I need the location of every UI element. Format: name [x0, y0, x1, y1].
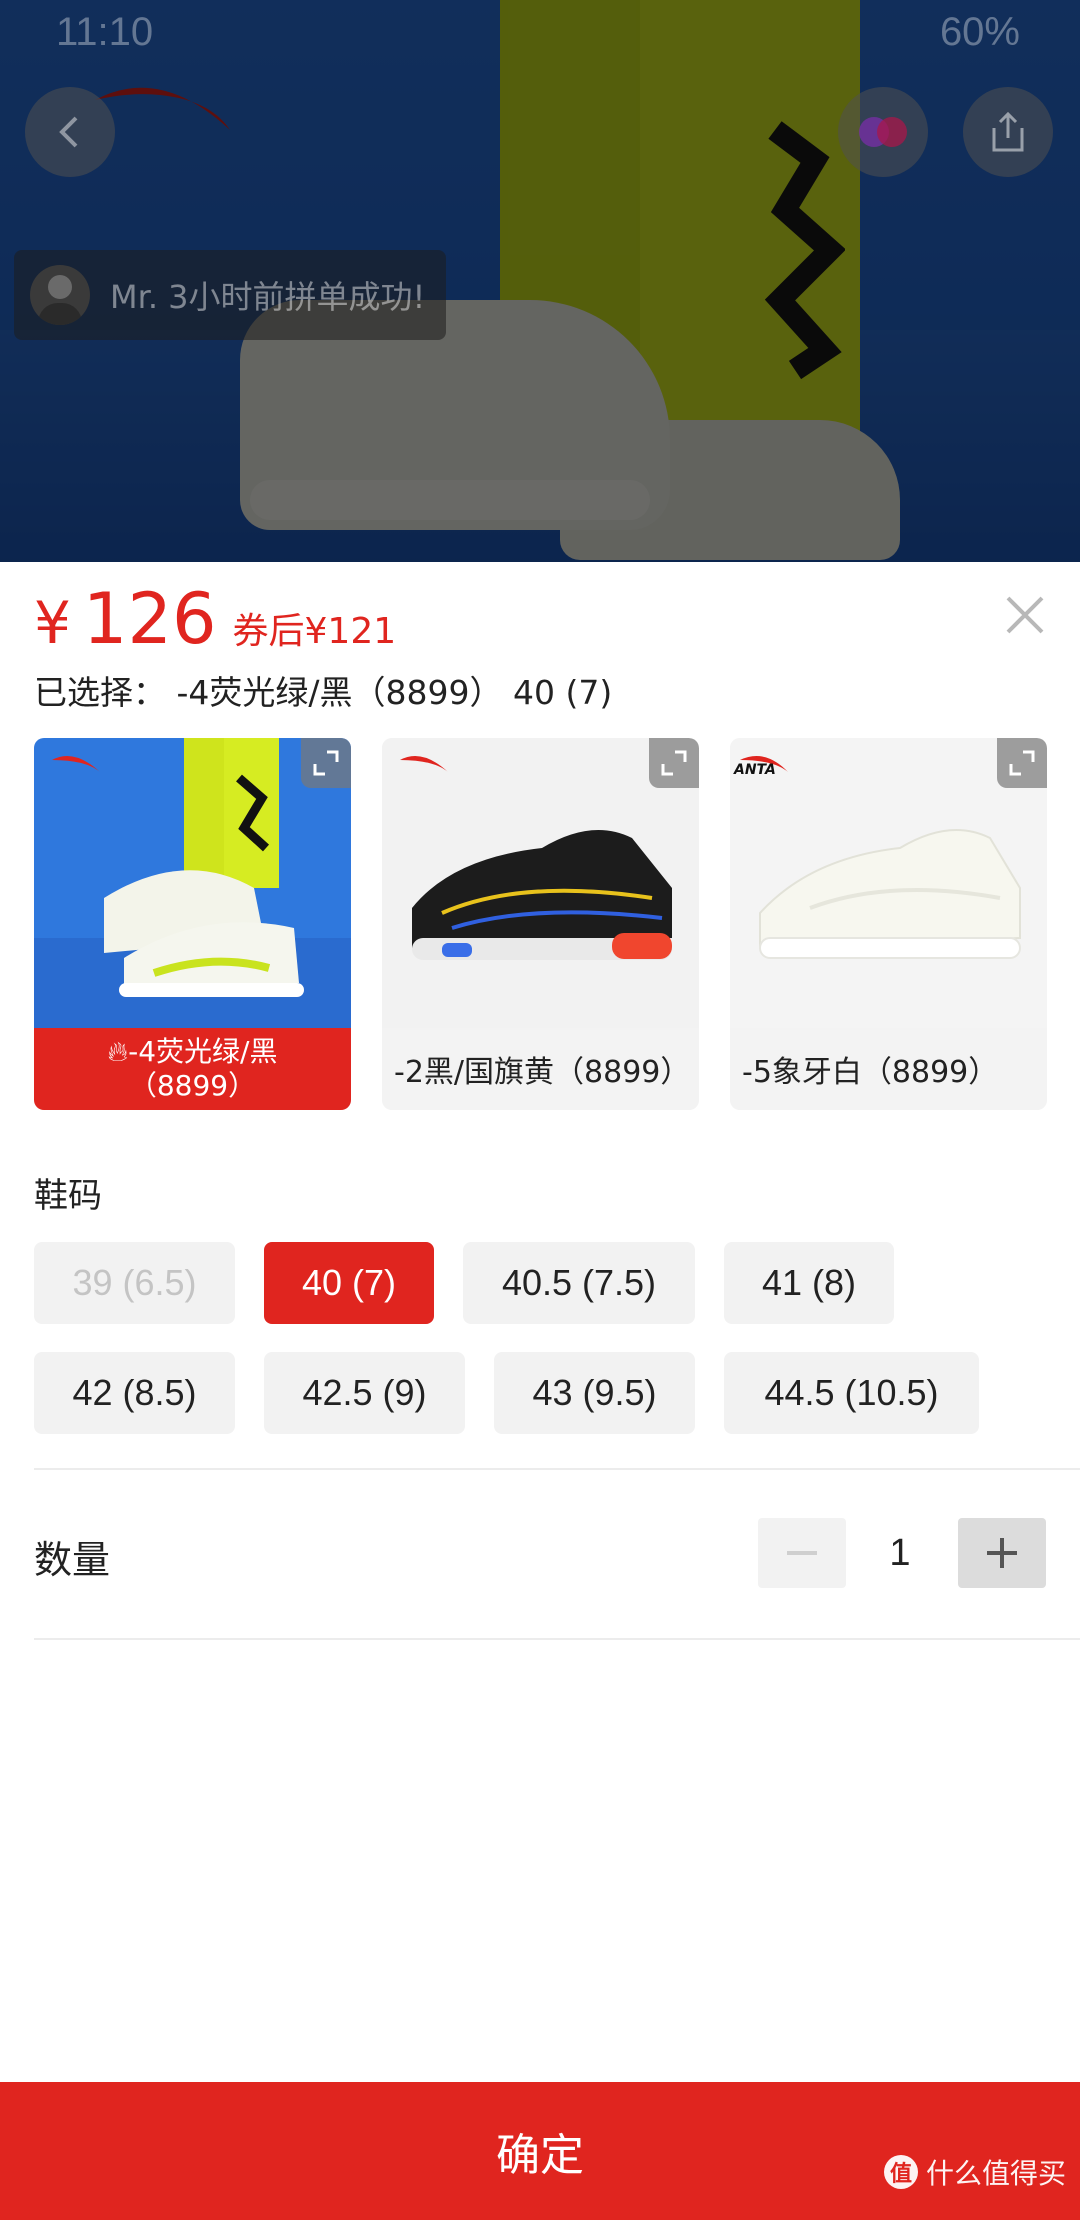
group-buy-toast: Mr. 3小时前拼单成功!	[14, 250, 446, 340]
status-battery: 60%	[939, 10, 1020, 54]
plus-icon	[987, 1538, 1017, 1568]
anta-logo-text: ANTA	[733, 762, 776, 778]
size-option[interactable]: 42 (8.5)	[34, 1352, 235, 1434]
size-option[interactable]: 40 (7)	[264, 1242, 434, 1324]
watermark-badge-icon: 值	[883, 2155, 918, 2189]
divider	[34, 1638, 1080, 1640]
variant-label: 🔥︎-4荧光绿/黑 （8899）	[34, 1028, 351, 1110]
coupon-price: 券后¥121	[232, 611, 397, 652]
confirm-button[interactable]: 确定	[0, 2082, 1080, 2220]
variant-card[interactable]: ANTA -5象牙白（8899）	[730, 738, 1047, 1110]
expand-icon	[313, 750, 339, 776]
expand-image-button[interactable]	[997, 738, 1047, 788]
size-option[interactable]: 43 (9.5)	[494, 1352, 695, 1434]
favorite-button[interactable]	[838, 87, 928, 177]
size-option[interactable]: 41 (8)	[724, 1242, 894, 1324]
variant-label-line1: 🔥︎-4荧光绿/黑	[108, 1035, 278, 1069]
variant-label: -5象牙白（8899）	[730, 1028, 1047, 1110]
product-hero-image: 11:10 60% Mr. 3小时前拼单成功!	[0, 0, 1080, 562]
expand-icon	[661, 750, 687, 776]
quantity-decrease-button[interactable]	[758, 1518, 846, 1588]
watermark-text: 什么值得买	[925, 2157, 1066, 2190]
share-icon	[992, 111, 1024, 152]
chevron-left-icon	[59, 116, 78, 148]
quantity-label: 数量	[34, 1538, 111, 1582]
price-amount: 126	[82, 578, 217, 660]
variant-label-line2: （8899）	[128, 1069, 257, 1102]
close-icon[interactable]	[1000, 590, 1050, 640]
color-variant-list: 🔥︎-4荧光绿/黑 （8899） -2黑/国旗黄（8899） ANTA -5象牙…	[34, 738, 1047, 1110]
price-row: ¥ 126 券后¥121	[34, 578, 397, 660]
variant-card[interactable]: 🔥︎-4荧光绿/黑 （8899）	[34, 738, 351, 1110]
expand-icon	[1009, 750, 1035, 776]
size-option[interactable]: 42.5 (9)	[264, 1352, 465, 1434]
status-time: 11:10	[56, 10, 154, 54]
hot-icon: 🔥︎	[107, 1035, 129, 1068]
size-section-title: 鞋码	[34, 1176, 102, 1216]
variant-card[interactable]: -2黑/国旗黄（8899）	[382, 738, 699, 1110]
favorite-icon	[859, 117, 907, 147]
expand-image-button[interactable]	[649, 738, 699, 788]
toast-text: Mr. 3小时前拼单成功!	[110, 278, 426, 316]
variant-name: -4荧光绿/黑	[128, 1035, 278, 1068]
status-bar: 11:10 60%	[0, 0, 1080, 70]
minus-icon	[787, 1551, 817, 1555]
price-currency: ¥	[34, 589, 71, 657]
divider	[34, 1468, 1080, 1470]
watermark: 值 什么值得买	[883, 2152, 1066, 2192]
spec-selection-sheet: ¥ 126 券后¥121 已选择： -4荧光绿/黑（8899） 40 (7) 🔥…	[0, 562, 1080, 2220]
variant-label: -2黑/国旗黄（8899）	[382, 1028, 699, 1110]
expand-image-button[interactable]	[301, 738, 351, 788]
avatar	[30, 265, 90, 325]
size-option[interactable]: 39 (6.5)	[34, 1242, 235, 1324]
size-option[interactable]: 40.5 (7.5)	[463, 1242, 695, 1324]
share-button[interactable]	[963, 87, 1053, 177]
back-button[interactable]	[25, 87, 115, 177]
size-option[interactable]: 44.5 (10.5)	[724, 1352, 979, 1434]
selected-spec-text: 已选择： -4荧光绿/黑（8899） 40 (7)	[34, 673, 613, 712]
quantity-increase-button[interactable]	[958, 1518, 1046, 1588]
quantity-value: 1	[889, 1531, 911, 1574]
